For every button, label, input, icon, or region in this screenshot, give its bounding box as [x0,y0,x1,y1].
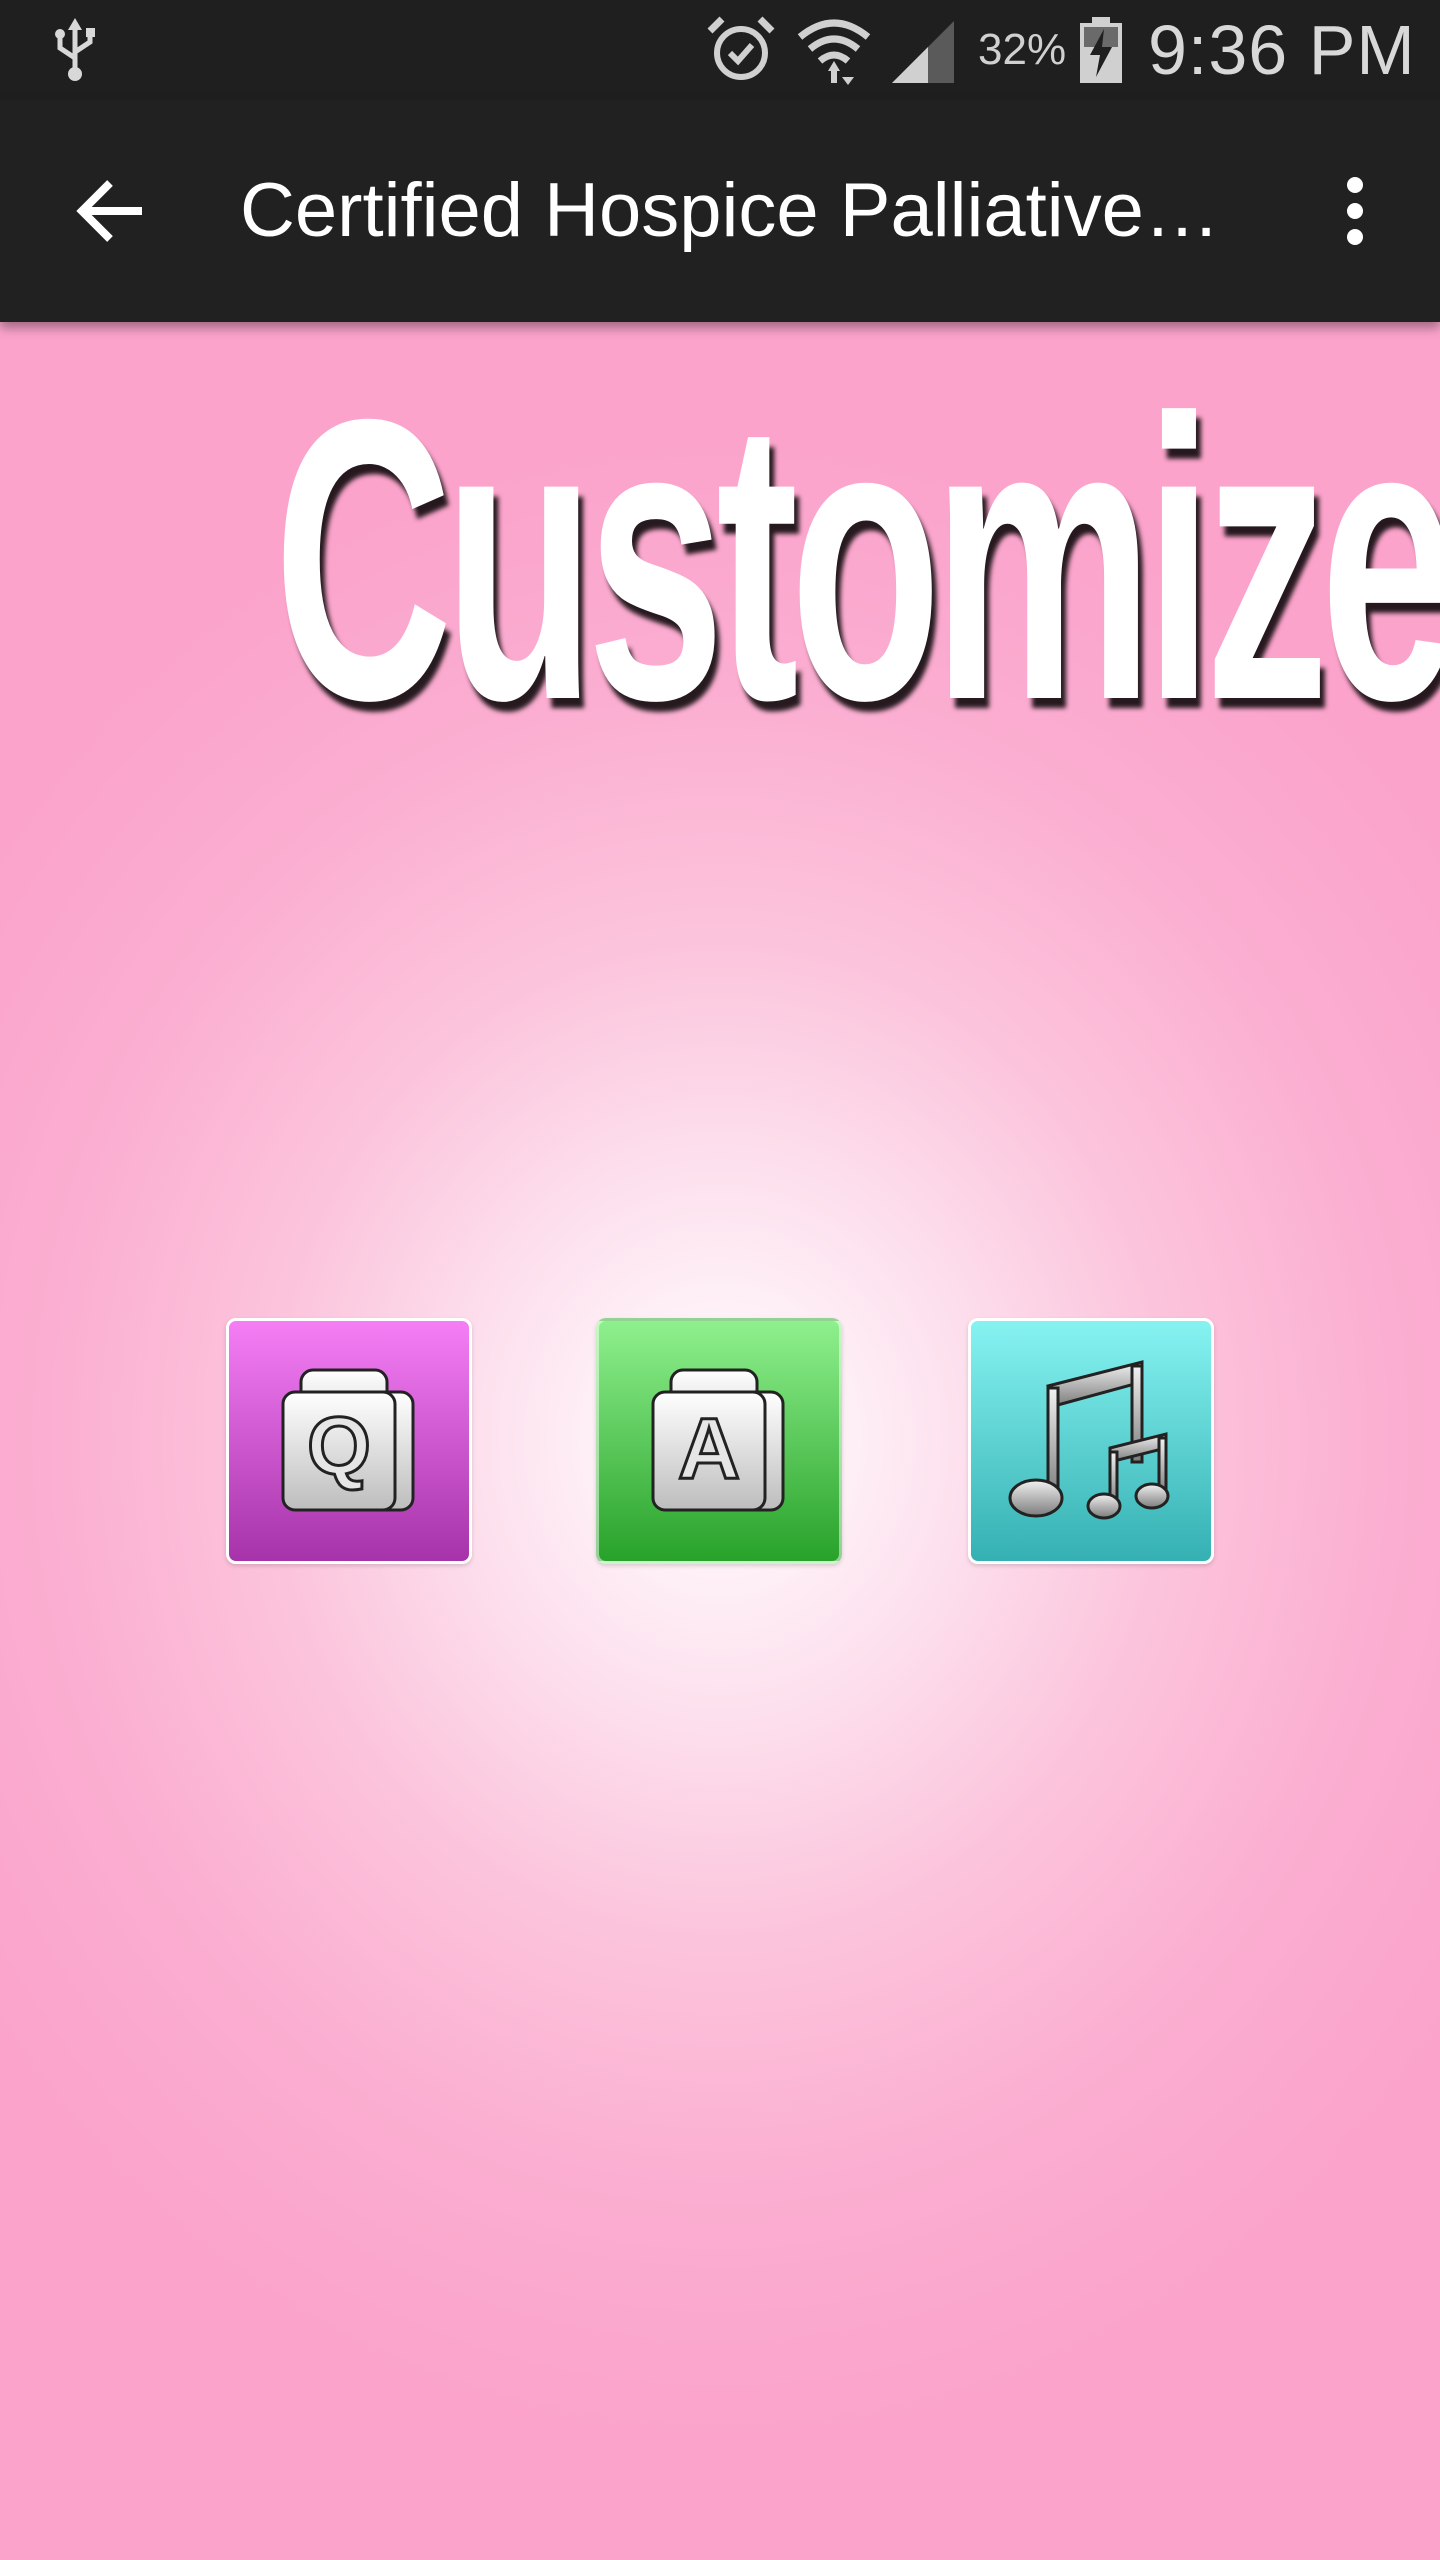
signal-icon [888,0,958,100]
screen: 32% 9:36 PM Certified Hospice Palliative… [0,0,1440,2560]
music-button[interactable] [968,1318,1214,1564]
question-cards-icon: Q [281,1368,415,1512]
overflow-menu-button[interactable] [1300,156,1410,266]
page-heading: Customize [273,336,1440,783]
questions-button[interactable]: Q [226,1318,472,1564]
alarm-icon [706,0,776,100]
answers-button[interactable]: A [596,1318,842,1564]
answer-cards-icon: A [651,1368,785,1512]
battery-percent: 32% [978,25,1067,74]
back-button[interactable] [56,156,166,266]
clock: 9:36 PM [1148,11,1416,89]
status-bar: 32% 9:36 PM [0,0,1440,100]
battery-charging-icon [1078,0,1124,100]
app-title: Certified Hospice Palliative… [240,168,1220,253]
usb-icon [50,0,100,100]
overflow-menu-icon [1347,177,1363,245]
music-note-icon [1008,1360,1170,1520]
wifi-icon [796,0,872,100]
questions-letter: Q [307,1401,371,1492]
arrow-left-icon [76,180,142,242]
answers-letter: A [678,1401,740,1497]
app-bar: Certified Hospice Palliative… [0,100,1440,322]
